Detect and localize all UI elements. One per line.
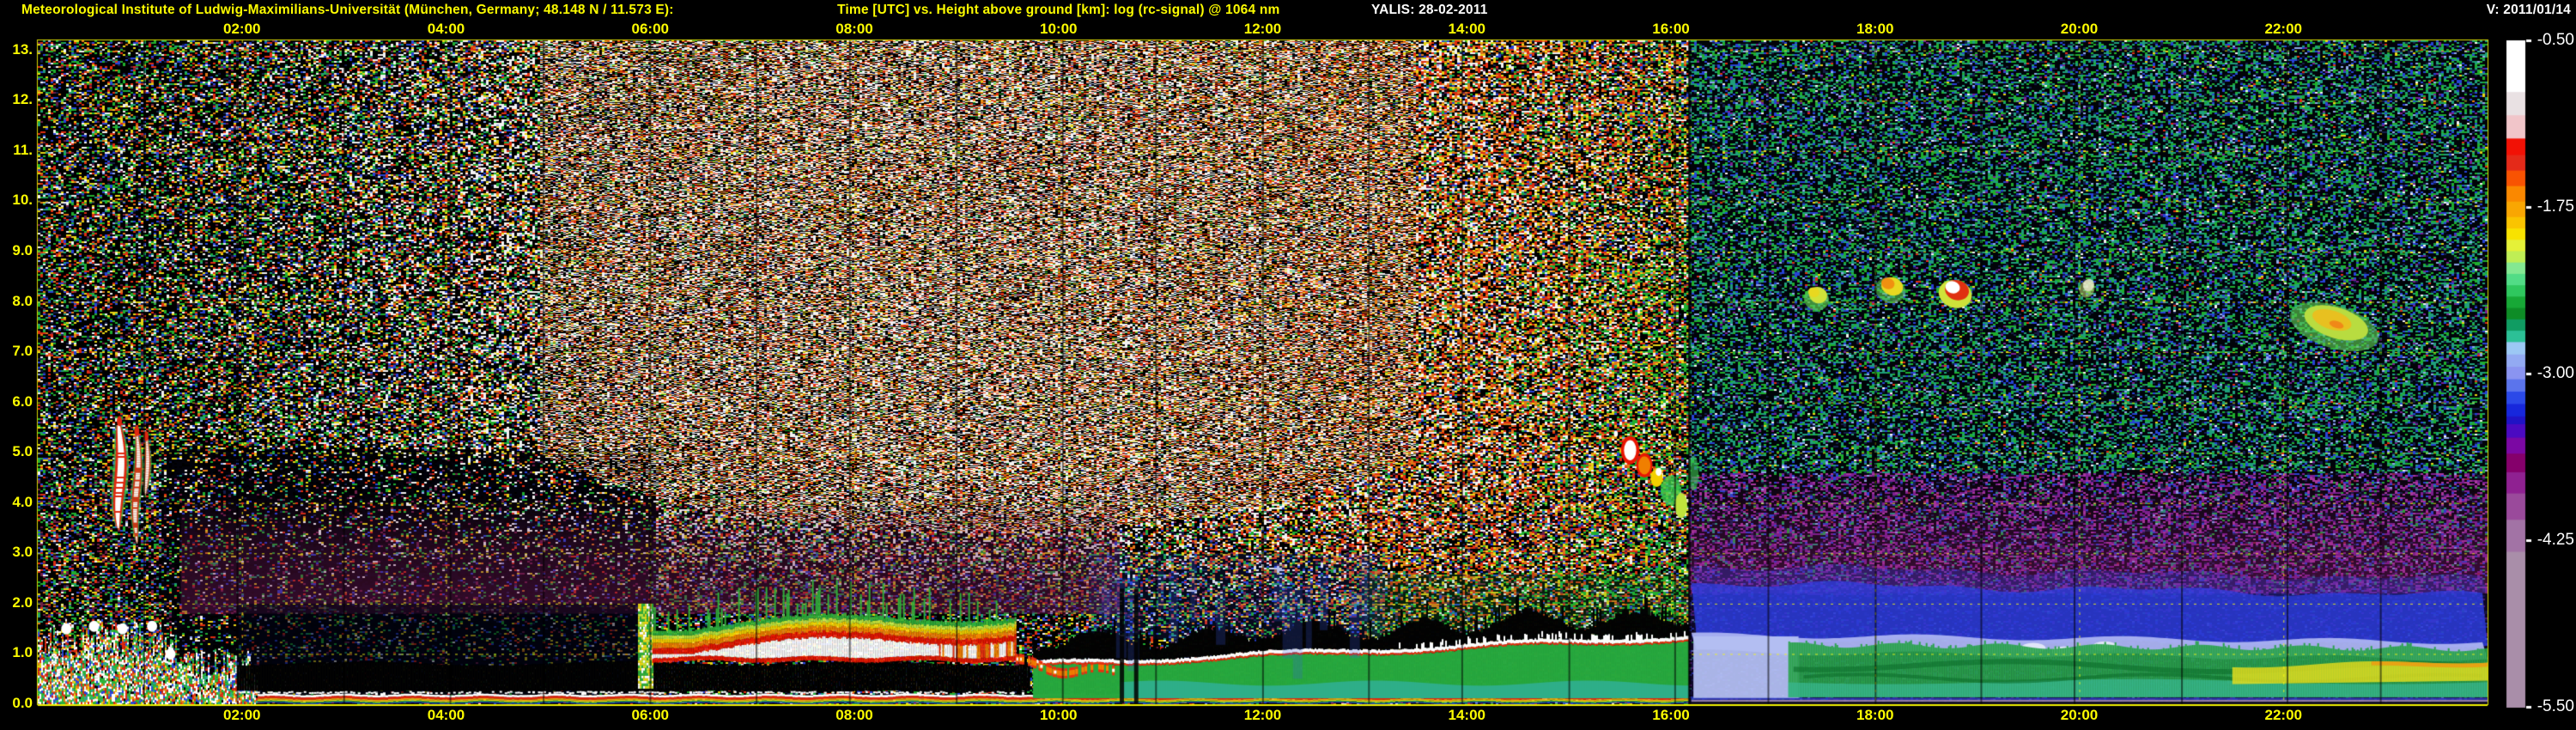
y-tick-label: 7.0	[12, 343, 33, 360]
x-tick-label-bottom: 10:00	[1040, 707, 1078, 723]
x-tick-label-bottom: 06:00	[631, 707, 669, 723]
x-tick-label-top: 04:00	[427, 21, 465, 37]
x-tick-label-bottom: 14:00	[1448, 707, 1485, 723]
y-tick-label: 10.	[12, 192, 33, 209]
plot-title: Time [UTC] vs. Height above ground [km]:…	[837, 3, 1280, 17]
colorbar-tick-label: -4.25	[2537, 531, 2574, 549]
colorbar-tick-label: -1.75	[2537, 198, 2574, 216]
x-tick-label-top: 18:00	[1856, 21, 1894, 37]
station-title: Meteorological Institute of Ludwig-Maxim…	[21, 3, 674, 17]
x-tick-label-top: 12:00	[1243, 21, 1282, 37]
time-height-heatmap-canvas	[0, 0, 2576, 730]
x-tick-label-top: 02:00	[223, 21, 261, 37]
y-tick-label: 0.0	[12, 695, 33, 711]
y-tick-label: 12.	[12, 91, 33, 108]
x-tick-label-bottom: 20:00	[2060, 707, 2099, 723]
x-tick-label-bottom: 16:00	[1652, 707, 1690, 723]
x-tick-label-top: 06:00	[631, 21, 669, 37]
x-tick-label-bottom: 12:00	[1243, 707, 1282, 723]
x-tick-label-top: 10:00	[1040, 21, 1078, 37]
x-tick-label-top: 22:00	[2264, 21, 2302, 37]
x-tick-label-bottom: 18:00	[1856, 707, 1894, 723]
system-date-label: YALIS: 28-02-2011	[1371, 3, 1488, 17]
y-tick-label: 5.0	[12, 443, 33, 460]
x-tick-label-top: 08:00	[835, 21, 873, 37]
y-tick-label: 3.0	[12, 544, 33, 561]
x-tick-label-bottom: 08:00	[835, 707, 873, 723]
colorbar-tick-label: -0.50	[2537, 31, 2574, 49]
y-tick-label: 11.	[13, 141, 33, 158]
y-tick-label: 1.0	[12, 644, 33, 661]
x-tick-label-top: 14:00	[1448, 21, 1485, 37]
y-tick-label: 13.	[12, 40, 33, 58]
x-tick-label-bottom: 22:00	[2264, 707, 2302, 723]
x-tick-label-top: 16:00	[1652, 21, 1690, 37]
x-tick-label-top: 20:00	[2060, 21, 2099, 37]
colorbar-tick-label: -5.50	[2537, 697, 2574, 715]
y-tick-label: 6.0	[12, 392, 33, 410]
y-tick-label: 2.0	[12, 593, 33, 611]
y-tick-label: 8.0	[12, 292, 33, 309]
yalis-lidar-quicklook: Meteorological Institute of Ludwig-Maxim…	[0, 0, 2576, 730]
x-tick-label-bottom: 02:00	[223, 707, 261, 723]
version-label: V: 2011/01/14	[2486, 3, 2571, 17]
y-tick-label: 9.0	[12, 241, 33, 259]
y-tick-label: 4.0	[12, 493, 33, 510]
colorbar-tick-label: -3.00	[2537, 364, 2574, 382]
x-tick-label-bottom: 04:00	[427, 707, 465, 723]
